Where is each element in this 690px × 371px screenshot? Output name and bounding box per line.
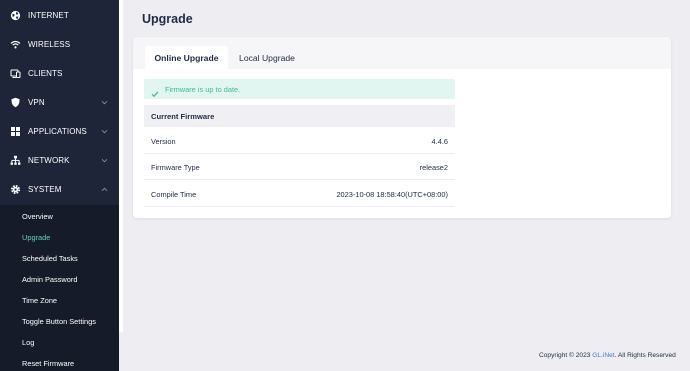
tab-bar: Online Upgrade Local Upgrade — [133, 37, 671, 69]
chevron-down-icon[interactable] — [101, 99, 108, 106]
submenu-item-admin-password[interactable]: Admin Password — [22, 275, 77, 284]
info-key: Firmware Type — [151, 163, 200, 172]
submenu-item-scheduled-tasks[interactable]: Scheduled Tasks — [22, 254, 78, 263]
apps-icon — [10, 126, 21, 137]
info-key: Version — [151, 137, 176, 146]
system-submenu: Overview Upgrade Scheduled Tasks Admin P… — [0, 205, 119, 371]
page-title: Upgrade — [142, 12, 193, 26]
status-alert: Firmware is up to date. — [144, 79, 455, 99]
submenu-item-log[interactable]: Log — [22, 338, 34, 347]
sidebar-item-system[interactable]: SYSTEM — [0, 175, 119, 204]
shield-icon — [10, 97, 21, 108]
footer-prefix: Copyright © 2023 — [539, 352, 593, 359]
sidebar-item-label: WIRELESS — [28, 40, 71, 49]
tab-online-upgrade[interactable]: Online Upgrade — [145, 46, 228, 69]
globe-icon — [10, 10, 21, 21]
submenu-item-toggle-button-settings[interactable]: Toggle Button Settings — [22, 317, 96, 326]
info-value: 4.4.6 — [431, 137, 448, 146]
info-key: Compile Time — [151, 190, 197, 199]
footer-link[interactable]: GL.iNet — [592, 352, 614, 359]
sidebar-item-label: VPN — [28, 98, 45, 107]
sidebar-item-label: SYSTEM — [28, 185, 62, 194]
sidebar-item-applications[interactable]: APPLICATIONS — [0, 117, 119, 146]
submenu-item-reset-firmware[interactable]: Reset Firmware — [22, 359, 74, 368]
sidebar-item-label: INTERNET — [28, 11, 69, 20]
info-value: release2 — [419, 163, 448, 172]
submenu-item-time-zone[interactable]: Time Zone — [22, 296, 57, 305]
tab-local-upgrade[interactable]: Local Upgrade — [231, 46, 303, 69]
info-row-version: Version 4.4.6 — [144, 128, 455, 154]
chevron-up-icon[interactable] — [101, 186, 108, 193]
network-icon — [10, 155, 21, 166]
devices-icon — [10, 68, 21, 79]
sidebar-item-internet[interactable]: INTERNET — [0, 1, 119, 30]
sidebar-scrollbar[interactable] — [119, 0, 123, 332]
check-icon — [151, 85, 159, 98]
submenu-item-overview[interactable]: Overview — [22, 212, 53, 221]
sidebar-item-label: NETWORK — [28, 156, 70, 165]
alert-text: Firmware is up to date. — [165, 84, 241, 94]
info-row-compile-time: Compile Time 2023-10-08 18:58:40(UTC+08:… — [144, 181, 455, 207]
info-value: 2023-10-08 18:58:40(UTC+08:00) — [336, 190, 448, 199]
chevron-down-icon[interactable] — [101, 128, 108, 135]
info-row-firmware-type: Firmware Type release2 — [144, 154, 455, 180]
sidebar-item-network[interactable]: NETWORK — [0, 146, 119, 175]
wifi-icon — [10, 39, 21, 50]
sidebar-item-clients[interactable]: CLIENTS — [0, 59, 119, 88]
sidebar-item-label: CLIENTS — [28, 69, 63, 78]
footer-suffix: . All Rights Reserved — [614, 352, 676, 359]
chevron-down-icon[interactable] — [101, 157, 108, 164]
upgrade-card: Online Upgrade Local Upgrade Firmware is… — [133, 37, 671, 218]
sidebar-item-vpn[interactable]: VPN — [0, 88, 119, 117]
gear-icon — [10, 184, 21, 195]
sidebar-item-wireless[interactable]: WIRELESS — [0, 30, 119, 59]
sidebar: INTERNET WIRELESS CLIENTS VPN APPLICATIO… — [0, 0, 119, 371]
footer-copyright: Copyright © 2023 GL.iNet. All Rights Res… — [539, 352, 676, 359]
sidebar-item-label: APPLICATIONS — [28, 127, 87, 136]
submenu-item-upgrade[interactable]: Upgrade — [22, 233, 50, 242]
section-header: Current Firmware — [144, 105, 455, 127]
